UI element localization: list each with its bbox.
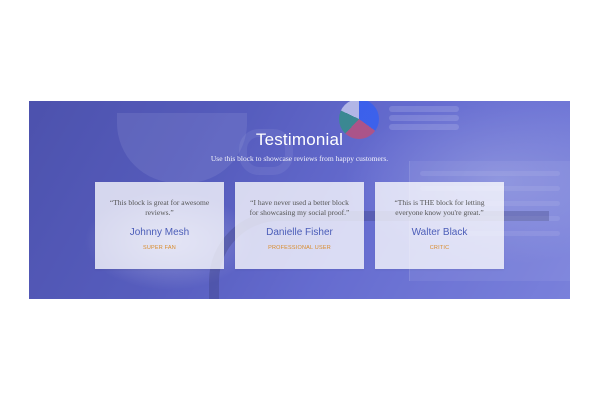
testimonial-name: Walter Black bbox=[411, 227, 468, 238]
section-subtitle: Use this block to showcase reviews from … bbox=[210, 154, 389, 163]
testimonial-name: Danielle Fisher bbox=[266, 227, 333, 238]
testimonial-quote: “This block is great for awesome reviews… bbox=[109, 198, 210, 217]
testimonial-card: “This block is great for awesome reviews… bbox=[95, 182, 224, 269]
testimonial-hero: Testimonial Use this block to showcase r… bbox=[29, 101, 570, 299]
testimonial-quote: “This is THE block for letting everyone … bbox=[394, 198, 485, 217]
testimonial-role: SUPER FAN bbox=[143, 245, 176, 251]
testimonial-card: “This is THE block for letting everyone … bbox=[375, 182, 504, 269]
testimonial-role: CRITIC bbox=[429, 245, 450, 251]
testimonial-card: “I have never used a better block for sh… bbox=[235, 182, 364, 269]
testimonial-name: Johnny Mesh bbox=[129, 227, 190, 238]
testimonial-quote: “I have never used a better block for sh… bbox=[249, 198, 350, 217]
testimonial-role: PROFESSIONAL USER bbox=[268, 245, 331, 251]
section-title: Testimonial bbox=[255, 130, 344, 149]
